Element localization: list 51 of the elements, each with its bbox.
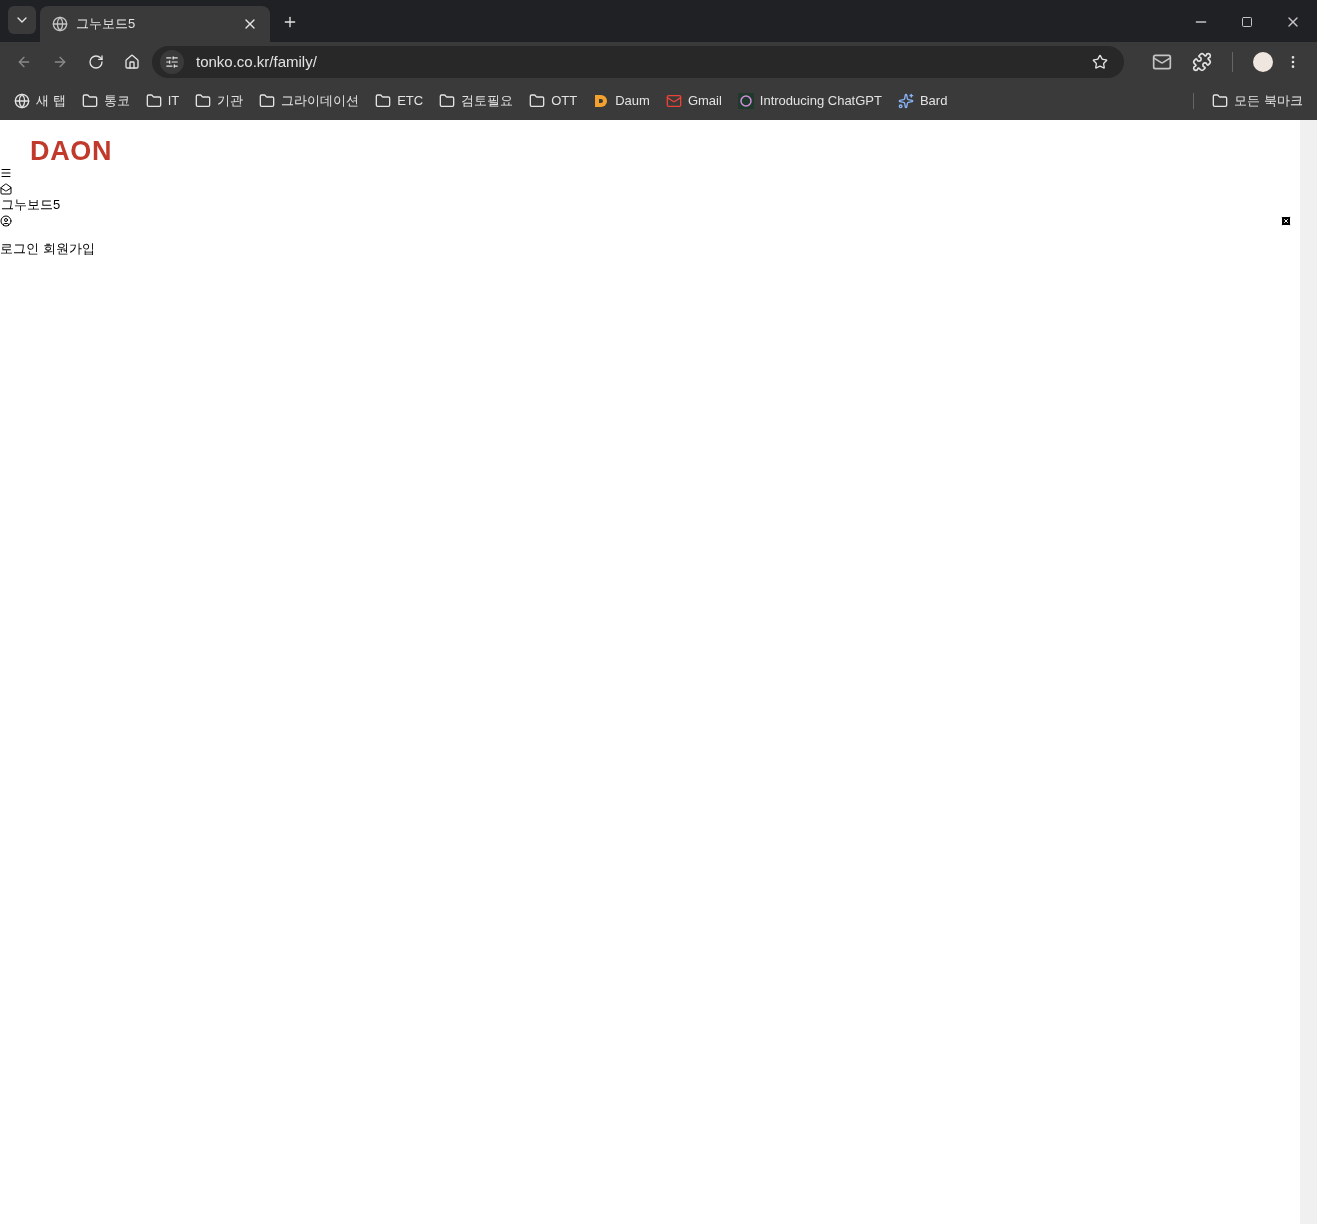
reload-icon[interactable] <box>88 54 104 70</box>
user-icon <box>0 214 12 227</box>
bookmark-item[interactable]: OTT <box>523 87 584 115</box>
envelope-icon <box>665 93 682 109</box>
envelope-icon[interactable] <box>1152 52 1172 72</box>
bookmark-item[interactable]: 통코 <box>75 87 136 115</box>
folder-icon <box>439 93 456 109</box>
folder-icon <box>195 93 212 109</box>
nav-link[interactable]: 로그인 <box>0 238 39 258</box>
envelope-icon <box>0 183 12 195</box>
back-icon[interactable] <box>16 54 32 70</box>
url-text: tonko.co.kr/family/ <box>196 51 318 72</box>
site-title[interactable]: 그누보드5 <box>1 195 1300 215</box>
bookmark-item[interactable]: 기관 <box>189 87 250 115</box>
folder-icon <box>529 93 546 109</box>
home-icon[interactable] <box>124 54 140 70</box>
menu-icon[interactable] <box>0 167 12 179</box>
site-settings-icon[interactable] <box>165 55 179 69</box>
close-icon[interactable] <box>1280 214 1292 227</box>
globe-icon <box>14 93 30 109</box>
bookmark-item[interactable]: 검토필요 <box>433 87 520 115</box>
new-tab-icon[interactable] <box>282 14 298 30</box>
folder-icon <box>81 93 98 109</box>
folder-icon <box>375 93 392 109</box>
forward-icon[interactable] <box>52 54 68 70</box>
bookmark-item[interactable]: 모든 북마크 <box>1206 87 1309 115</box>
bookmark-item[interactable]: Gmail <box>659 87 728 115</box>
folder-icon <box>259 93 276 109</box>
tab-title: 그누보드5 <box>76 15 137 34</box>
address-bar[interactable]: tonko.co.kr/family/ <box>152 46 1124 78</box>
bookmark-item[interactable]: Bard <box>891 87 954 115</box>
letter-d-icon <box>593 93 610 109</box>
bookmark-item[interactable]: IT <box>139 87 186 115</box>
star-icon[interactable] <box>1092 54 1108 70</box>
bookmark-item[interactable]: 그라이데이션 <box>253 87 366 115</box>
scrollbar[interactable] <box>1300 120 1317 1224</box>
tab-list-button[interactable] <box>8 6 36 34</box>
sparkle-icon <box>897 93 914 109</box>
nav-link[interactable]: 회원가입 <box>43 238 95 258</box>
bookmark-item[interactable]: ETC <box>369 87 430 115</box>
bookmark-item[interactable]: Introducing ChatGPT <box>731 87 888 115</box>
avatar-icon[interactable] <box>1253 52 1273 72</box>
maximize-icon[interactable] <box>1241 16 1253 28</box>
site-logo[interactable]: DAON <box>30 135 1300 167</box>
folder-icon <box>1212 93 1229 109</box>
browser-tab[interactable]: 그누보드5 <box>40 6 270 42</box>
folder-icon <box>145 93 162 109</box>
extensions-icon[interactable] <box>1192 52 1212 72</box>
bookmark-item[interactable]: Daum <box>587 87 656 115</box>
bookmark-item[interactable]: 새 탭 <box>8 87 72 115</box>
globe-icon <box>52 16 68 32</box>
